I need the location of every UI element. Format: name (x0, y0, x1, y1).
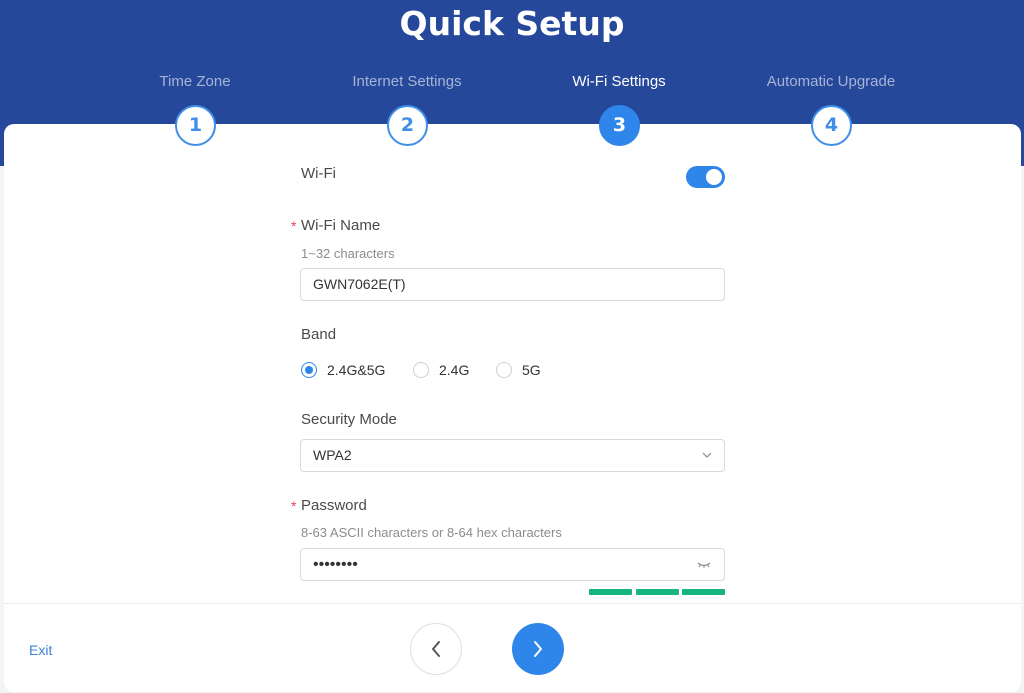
step-label-time-zone: Time Zone (159, 73, 231, 90)
wifi-name-input[interactable]: GWN7062E(T) (300, 268, 725, 301)
password-strength-segment-2 (636, 589, 679, 595)
wifi-toggle[interactable] (686, 166, 725, 188)
wifi-label: Wi-Fi (301, 165, 336, 182)
radio-dot (301, 362, 317, 378)
step-label-wifi-settings: Wi-Fi Settings (572, 73, 666, 90)
wifi-name-value: GWN7062E(T) (313, 276, 406, 292)
security-mode-label: Security Mode (301, 411, 397, 428)
page-title: Quick Setup (399, 4, 625, 43)
chevron-down-icon (702, 452, 712, 458)
password-strength-segment-3 (682, 589, 725, 595)
wifi-name-hint: 1~32 characters (301, 246, 395, 261)
step-label-automatic-upgrade: Automatic Upgrade (766, 73, 896, 90)
radio-dot (496, 362, 512, 378)
password-hint: 8-63 ASCII characters or 8-64 hex charac… (301, 525, 562, 540)
password-input[interactable]: •••••••• (300, 548, 725, 581)
step-label-internet-settings: Internet Settings (352, 73, 462, 90)
footer-divider (4, 603, 1021, 604)
band-option-label: 2.4G (439, 362, 470, 378)
step-2-indicator: 2 (387, 105, 428, 146)
band-option-label: 5G (522, 362, 541, 378)
step-3-indicator: 3 (599, 105, 640, 146)
setup-card (4, 124, 1021, 692)
next-button[interactable] (512, 623, 564, 675)
password-strength-segment-1 (589, 589, 632, 595)
security-mode-select[interactable]: WPA2 (300, 439, 725, 472)
band-label: Band (301, 326, 337, 343)
toggle-knob (706, 169, 722, 185)
step-4-indicator: 4 (811, 105, 852, 146)
chevron-left-icon (432, 641, 440, 657)
password-label: Password (301, 497, 367, 514)
password-value: •••••••• (313, 556, 358, 573)
password-required-mark: * (291, 498, 297, 514)
eye-hidden-icon[interactable] (696, 559, 712, 571)
security-mode-value: WPA2 (313, 447, 352, 463)
band-option-label: 2.4G&5G (327, 362, 386, 378)
chevron-right-icon (534, 641, 542, 657)
wifi-name-required-mark: * (291, 218, 297, 234)
wifi-name-label: Wi-Fi Name (301, 217, 381, 234)
step-1-indicator: 1 (175, 105, 216, 146)
previous-button[interactable] (410, 623, 462, 675)
radio-dot (413, 362, 429, 378)
exit-link[interactable]: Exit (29, 641, 52, 659)
